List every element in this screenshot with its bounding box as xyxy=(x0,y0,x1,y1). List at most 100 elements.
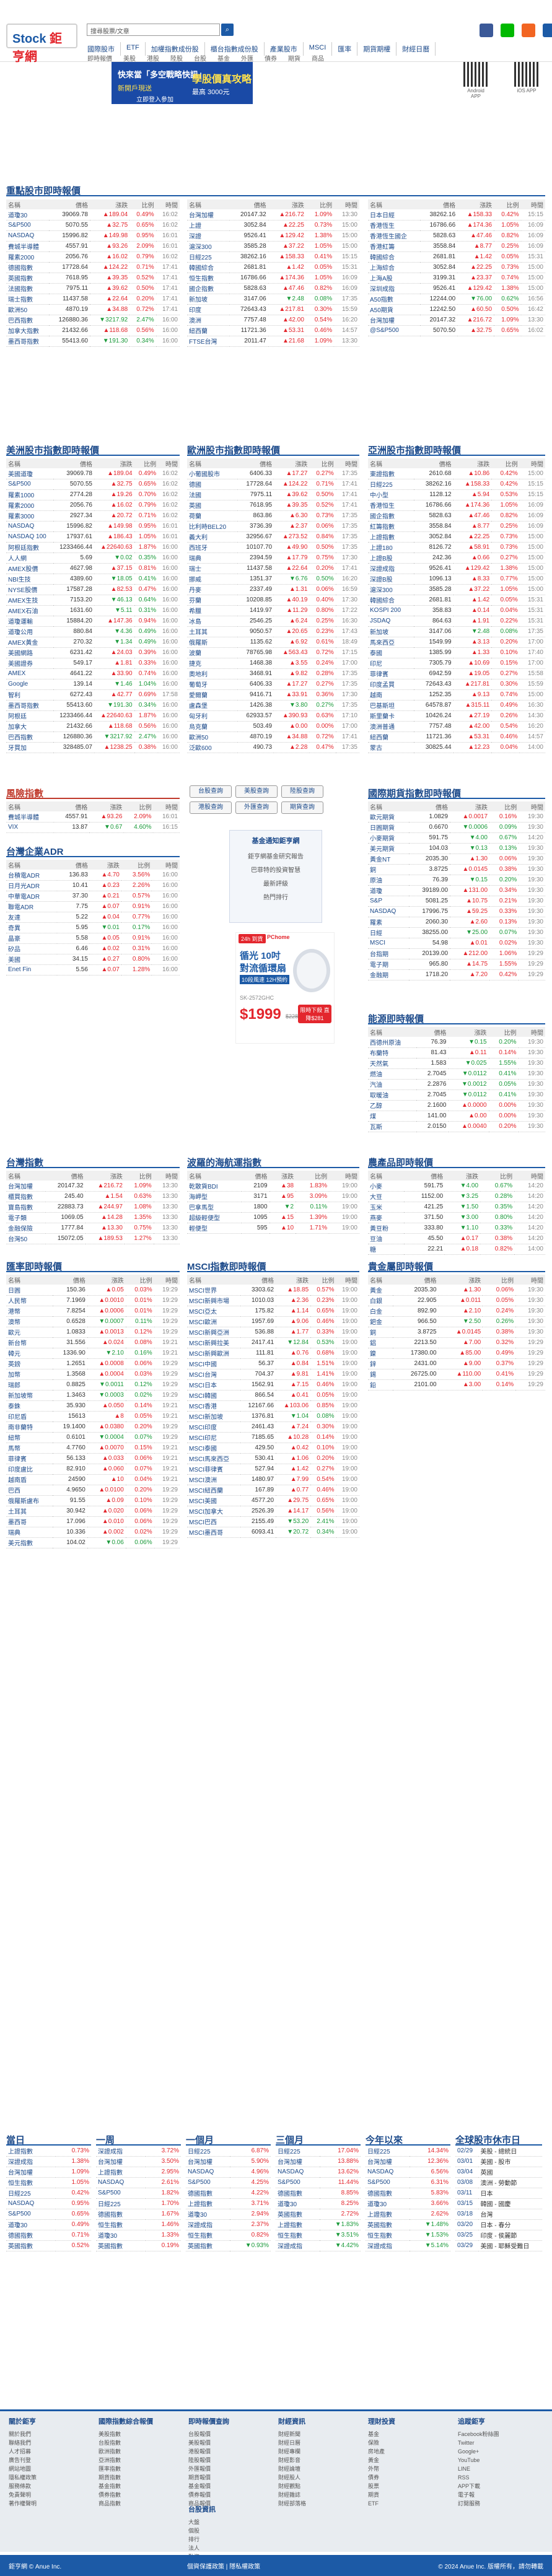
summary-name[interactable]: 恒生指數 xyxy=(186,2230,230,2241)
row-name[interactable]: 紅籌指數 xyxy=(368,521,414,532)
footer-link[interactable]: 隱私權政策 xyxy=(9,2473,83,2482)
table-row[interactable]: 新加坡幣 1.3463 ▼0.0003 0.02% 19:29 xyxy=(6,1390,180,1401)
summary-name[interactable]: 恒生指數 xyxy=(96,2219,146,2230)
summary-row[interactable]: 上證指數 0.73% xyxy=(6,2146,91,2157)
table-row[interactable]: 英鎊 1.2651 ▲0.0008 0.06% 19:29 xyxy=(6,1358,180,1369)
row-name[interactable]: 瑞典 xyxy=(6,1527,53,1538)
footer-link[interactable]: 財經新聞 xyxy=(278,2430,353,2438)
table-row[interactable]: 中華電ADR 37.30 ▲0.21 0.57% 16:00 xyxy=(6,891,180,902)
row-name[interactable]: NYSE股價 xyxy=(6,584,53,595)
summary-name[interactable]: NASDAQ xyxy=(366,2167,410,2178)
row-name[interactable]: 牙買加 xyxy=(6,742,53,753)
row-name[interactable]: 韓國綜合 xyxy=(368,595,414,606)
table-row[interactable]: 瓦斯 2.0150 ▲0.0040 0.20% 19:30 xyxy=(368,1121,545,1132)
row-name[interactable]: 黃金NT xyxy=(368,854,410,865)
table-row[interactable]: 巴西指數 126880.36 ▼3217.92 2.47% 16:00 xyxy=(6,315,180,326)
row-name[interactable]: 羅素3000 xyxy=(6,510,53,522)
sub-nav-item[interactable]: 港股 xyxy=(141,53,165,63)
table-row[interactable]: 白銀 22.905 ▲0.011 0.05% 19:30 xyxy=(368,1295,545,1306)
row-name[interactable]: MSCI馬來西亞 xyxy=(187,1453,240,1464)
footer-link[interactable]: 基金指數 xyxy=(99,2482,173,2491)
ios-qr[interactable]: iOS APP xyxy=(514,62,539,94)
summary-name[interactable]: NASDAQ xyxy=(6,2198,56,2209)
table-row[interactable]: 土耳其 9050.57 ▲20.65 0.23% 17:43 xyxy=(187,626,359,637)
footer-link[interactable]: YouTube xyxy=(458,2456,532,2465)
row-name[interactable]: NASDAQ xyxy=(368,906,410,917)
quote-lookup-button[interactable]: 美股查詢 xyxy=(235,785,278,798)
row-name[interactable]: 人人網 xyxy=(6,552,53,564)
row-name[interactable]: 費城半導體 xyxy=(6,811,54,823)
row-name[interactable]: 烏克蘭 xyxy=(187,721,238,732)
table-row[interactable]: 國企指數 5828.63 ▲47.46 0.82% 16:09 xyxy=(368,510,545,522)
row-name[interactable]: MSCI世界 xyxy=(187,1285,240,1296)
table-row[interactable]: 芬蘭 10208.85 ▲40.19 0.40% 17:30 xyxy=(187,595,359,606)
summary-row[interactable]: 英國指數 0.52% xyxy=(6,2240,91,2251)
table-row[interactable]: 黃金NT 2035.30 ▲1.30 0.06% 19:30 xyxy=(368,854,545,865)
table-row[interactable]: MSCI世界 3303.62 ▲18.85 0.57% 19:00 xyxy=(187,1285,359,1296)
footer-link[interactable]: 基金報價 xyxy=(188,2482,263,2491)
table-row[interactable]: MSCI韓國 866.54 ▲0.41 0.05% 19:00 xyxy=(187,1390,359,1401)
summary-row[interactable]: S&P500 1.82% xyxy=(96,2188,181,2199)
summary-name[interactable]: 英國指數 xyxy=(276,2209,320,2220)
table-row[interactable]: MSCI香港 12167.66 ▲103.06 0.85% 19:00 xyxy=(187,1400,359,1412)
sub-nav-item[interactable]: 債券 xyxy=(259,53,283,63)
row-name[interactable]: 超級輕便型 xyxy=(187,1212,242,1223)
footer-link[interactable]: LINE xyxy=(458,2465,532,2473)
nav-item[interactable]: 期貨期權 xyxy=(357,42,397,56)
row-name[interactable]: 日經225 xyxy=(187,251,229,263)
table-row[interactable]: MSCI日本 1562.91 ▲7.15 0.46% 19:00 xyxy=(187,1379,359,1391)
summary-name[interactable]: NASDAQ xyxy=(96,2177,146,2188)
row-name[interactable]: 金融保險 xyxy=(6,1223,45,1234)
summary-row[interactable]: 德國指數 0.71% xyxy=(6,2230,91,2241)
summary-row[interactable]: 上證指數 2.62% xyxy=(366,2209,450,2220)
table-row[interactable]: 美元期貨 104.03 ▼0.13 0.13% 19:30 xyxy=(368,843,545,854)
row-name[interactable]: 德國指數 xyxy=(6,262,50,273)
table-row[interactable]: 取暖油 2.7045 ▼0.0112 0.41% 19:30 xyxy=(368,1089,545,1101)
summary-row[interactable]: 恒生指數 ▼3.51% xyxy=(276,2230,361,2241)
row-name[interactable]: 道瓊30 xyxy=(6,209,50,220)
table-row[interactable]: 歐元期貨 1.0829 ▲0.0017 0.16% 19:30 xyxy=(368,811,545,823)
table-row[interactable]: NASDAQ 17996.75 ▲59.25 0.33% 19:30 xyxy=(368,906,545,917)
footer-link[interactable]: 服務條款 xyxy=(9,2482,83,2491)
table-row[interactable]: 鉛 2101.00 ▲3.00 0.14% 19:29 xyxy=(368,1379,545,1391)
footer-link[interactable]: Twitter xyxy=(458,2438,532,2447)
row-name[interactable]: 西德州原油 xyxy=(368,1037,417,1048)
row-name[interactable]: 電子類 xyxy=(6,1212,45,1223)
summary-row[interactable]: 深證成指 ▼4.42% xyxy=(276,2240,361,2251)
row-name[interactable]: MSCI巴西 xyxy=(187,1516,240,1527)
row-name[interactable]: 盧森堡 xyxy=(187,700,238,711)
summary-row[interactable]: NASDAQ 2.61% xyxy=(96,2177,181,2188)
row-name[interactable]: 美國網路 xyxy=(6,647,53,658)
fan-ad-cta-button[interactable]: 限時下殺 直降$281 xyxy=(298,1005,331,1023)
row-name[interactable]: 泰國 xyxy=(368,647,414,658)
row-name[interactable]: 瑞郎 xyxy=(6,1379,53,1391)
row-name[interactable]: 錫 xyxy=(368,1369,393,1380)
table-row[interactable]: 巴西指數 126880.36 ▼3217.92 2.47% 16:00 xyxy=(6,731,180,743)
footer-link[interactable]: 財經部落格 xyxy=(278,2499,353,2508)
row-name[interactable]: NASDAQ xyxy=(6,230,50,242)
table-row[interactable]: 美元指數 104.02 ▼0.06 0.06% 19:29 xyxy=(6,1537,180,1548)
row-name[interactable]: 比利時BEL20 xyxy=(187,521,238,532)
row-name[interactable]: 鎳 xyxy=(368,1348,393,1359)
table-row[interactable]: 台灣加權 20147.32 ▲216.72 1.09% 13:30 xyxy=(368,315,545,326)
row-name[interactable]: 香港恆生 xyxy=(368,220,420,231)
row-name[interactable]: 越南盾 xyxy=(6,1474,53,1485)
table-row[interactable]: 歐洲50 4870.19 ▲34.88 0.72% 17:41 xyxy=(187,731,359,743)
table-row[interactable]: 大豆 1152.00 ▼3.25 0.28% 14:20 xyxy=(368,1191,545,1202)
footer-link[interactable]: 外匯報價 xyxy=(188,2465,263,2473)
row-name[interactable]: NASDAQ 100 xyxy=(6,531,53,543)
row-name[interactable]: 深證成指 xyxy=(368,563,414,574)
summary-row[interactable]: 深證成指 2.37% xyxy=(186,2219,271,2230)
table-row[interactable]: 布蘭特 81.43 ▲0.11 0.14% 19:30 xyxy=(368,1047,545,1059)
row-name[interactable]: 瑞士 xyxy=(187,563,238,574)
row-name[interactable]: 台灣加權 xyxy=(6,1181,45,1192)
row-name[interactable]: 歐洲50 xyxy=(187,731,238,743)
table-row[interactable]: A50期貨 12242.50 ▲60.50 0.50% 16:42 xyxy=(368,304,545,315)
row-name[interactable]: S&P500 xyxy=(6,220,50,231)
summary-row[interactable]: NASDAQ 0.95% xyxy=(6,2198,91,2209)
row-name[interactable]: Google xyxy=(6,679,53,690)
footer-link[interactable]: 排行 xyxy=(188,2535,263,2544)
table-row[interactable]: 法國指數 7975.11 ▲39.62 0.50% 17:41 xyxy=(6,283,180,294)
summary-row[interactable]: 英國指數 2.72% xyxy=(276,2209,361,2220)
table-row[interactable]: MSCI馬來西亞 530.41 ▲1.06 0.20% 19:00 xyxy=(187,1453,359,1464)
